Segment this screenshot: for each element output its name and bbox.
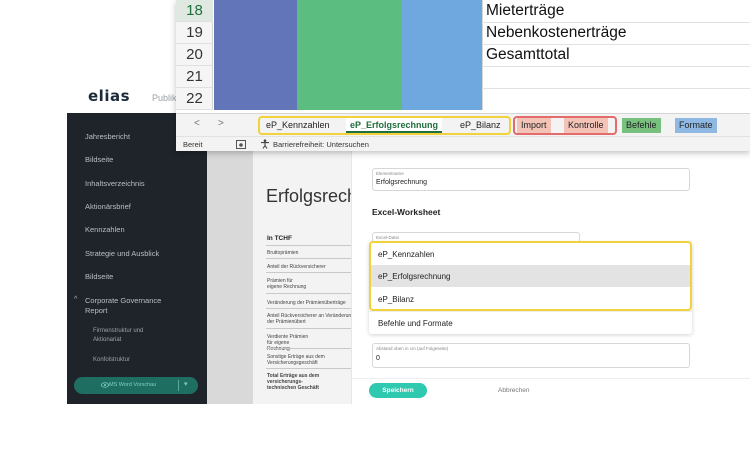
- row-header[interactable]: 22: [176, 88, 213, 110]
- element-name-field[interactable]: Elementname Erfolgsrechnung: [372, 168, 690, 191]
- option-label: eP_Kennzahlen: [378, 250, 435, 259]
- table-row: Anteil der Rückversicherer: [267, 264, 326, 270]
- sheet-tab-befehle[interactable]: Befehle: [622, 118, 661, 133]
- spacing-value: 0: [376, 355, 380, 362]
- table-row: Verdiente Prämien für eigene Rechnung: [267, 334, 309, 352]
- dropdown-option-erfolgsrechnung[interactable]: eP_Erfolgsrechnung: [369, 265, 692, 287]
- chevron-right-icon[interactable]: >: [218, 118, 224, 129]
- table-divider: [266, 348, 356, 349]
- table-divider: [266, 368, 356, 369]
- option-label: eP_Erfolgsrechnung: [378, 272, 451, 281]
- table-divider: [266, 245, 356, 246]
- row-header[interactable]: 21: [176, 66, 213, 88]
- dropdown-option-kennzahlen[interactable]: eP_Kennzahlen: [369, 243, 692, 265]
- sheet-tab-formate[interactable]: Formate: [675, 118, 717, 133]
- cancel-button[interactable]: Abbrechen: [498, 387, 529, 394]
- row-gridline: [482, 22, 750, 23]
- elias-logo: elias: [88, 87, 131, 105]
- spacing-field[interactable]: Abstand oben in cm (auf Folgeseite) 0: [372, 343, 690, 368]
- sidebar-subitem-konfolstruktur[interactable]: Konfolstruktur: [93, 356, 173, 363]
- sheet-tab-kontrolle[interactable]: Kontrolle: [564, 118, 608, 133]
- dropdown-option-befehle-formate[interactable]: Befehle und Formate: [369, 311, 692, 333]
- element-settings-panel: Elementname Erfolgsrechnung Excel-Worksh…: [351, 150, 750, 404]
- worksheet-dropdown-list: eP_Kennzahlen eP_Erfolgsrechnung eP_Bila…: [369, 242, 692, 334]
- chevron-left-icon[interactable]: <: [194, 118, 200, 129]
- column-gridline: [482, 0, 483, 110]
- element-name-value: Erfolgsrechnung: [376, 179, 427, 186]
- eye-icon: [101, 382, 109, 388]
- word-preview-button[interactable]: MS Word Vorschau ▾: [74, 377, 198, 394]
- sidebar-item-corporate-governance[interactable]: Corporate Governance Report: [85, 296, 175, 316]
- column-fill-blue[interactable]: [402, 0, 482, 110]
- table-divider: [266, 293, 356, 294]
- table-divider: [266, 328, 356, 329]
- table-row: Total Erträge aus dem versicherungs-tech…: [267, 373, 320, 391]
- option-label: Befehle und Formate: [378, 319, 453, 328]
- chevron-up-icon[interactable]: ^: [74, 296, 77, 303]
- document-title: Erfolgsrech: [266, 186, 358, 206]
- row-header[interactable]: 19: [176, 22, 213, 44]
- table-divider: [266, 272, 356, 273]
- sidebar-item-jahresbericht[interactable]: Jahresbericht: [85, 132, 130, 141]
- screenshot-root: elias Publik Jahresbericht Bildseite Inh…: [0, 0, 750, 469]
- spacing-label: Abstand oben in cm (auf Folgeseite): [376, 346, 449, 351]
- option-label: eP_Bilanz: [378, 295, 415, 304]
- sheet-tab-import[interactable]: Import: [517, 118, 551, 133]
- chevron-down-icon[interactable]: ▾: [184, 380, 188, 388]
- cell-nebenkostenertraege[interactable]: Nebenkostenerträge: [486, 24, 626, 42]
- cell-gesamttotal[interactable]: Gesamttotal: [486, 46, 570, 64]
- section-heading-excel-worksheet: Excel-Worksheet: [372, 207, 441, 217]
- excel-window: 18 19 20 21 22 Mieterträge Nebenkostener…: [176, 0, 750, 151]
- sidebar-item-inhaltsverzeichnis[interactable]: Inhaltsverzeichnis: [85, 179, 145, 188]
- sidebar-item-kennzahlen[interactable]: Kennzahlen: [85, 225, 125, 234]
- row-header[interactable]: 20: [176, 44, 213, 66]
- dropdown-option-bilanz[interactable]: eP_Bilanz: [369, 288, 692, 310]
- table-row: Anteil Rückversicherer an Veränderung de…: [267, 313, 354, 325]
- sidebar-item-strategie[interactable]: Strategie und Ausblick: [85, 249, 159, 258]
- row-gridline: [482, 88, 750, 89]
- table-row: Veränderung der Prämienüberträge: [267, 300, 346, 306]
- sidebar-item-bildseite-2[interactable]: Bildseite: [85, 272, 113, 281]
- sheet-tab-erfolgsrechnung[interactable]: eP_Erfolgsrechnung: [346, 118, 443, 133]
- table-header: In TCHF: [267, 235, 292, 242]
- word-preview-label: MS Word Vorschau: [109, 382, 157, 388]
- row-gridline: [482, 66, 750, 67]
- panel-footer-divider: [352, 378, 750, 379]
- table-divider: [266, 258, 356, 259]
- column-fill-purple[interactable]: [214, 0, 297, 110]
- sidebar-item-bildseite[interactable]: Bildseite: [85, 155, 113, 164]
- table-row: Sonstige Erträge aus dem Versicherungsge…: [267, 354, 325, 366]
- row-headers: 18 19 20 21 22: [176, 0, 213, 110]
- status-accessibility[interactable]: Barrierefreiheit: Untersuchen: [273, 140, 369, 149]
- accessibility-icon[interactable]: [260, 139, 270, 149]
- pill-divider: [178, 380, 179, 391]
- save-button[interactable]: Speichern: [369, 383, 427, 398]
- row-header-active[interactable]: 18: [176, 0, 213, 22]
- table-row: Bruttoprämien: [267, 250, 299, 256]
- status-bar: Bereit Barrierefreiheit: Untersuchen: [176, 136, 750, 151]
- macro-record-icon[interactable]: [236, 140, 246, 149]
- sheet-tab-bar: < > eP_Kennzahlen eP_Erfolgsrechnung eP_…: [176, 113, 750, 136]
- topnav-publish-link[interactable]: Publik: [152, 93, 177, 103]
- table-row: Prämien für eigene Rechnung: [267, 278, 307, 290]
- table-divider: [266, 308, 356, 309]
- element-name-label: Elementname: [376, 171, 404, 176]
- excel-file-label: Excel-Datei: [376, 235, 400, 240]
- sidebar: Jahresbericht Bildseite Inhaltsverzeichn…: [67, 113, 207, 404]
- sheet-tab-bilanz[interactable]: eP_Bilanz: [456, 118, 505, 133]
- status-ready: Bereit: [183, 140, 203, 149]
- sidebar-subitem-firmenstruktur[interactable]: Firmenstruktur und Aktionariat: [93, 327, 173, 345]
- row-gridline: [482, 44, 750, 45]
- sheet-tab-kennzahlen[interactable]: eP_Kennzahlen: [262, 118, 334, 133]
- sidebar-item-aktionaersbrief[interactable]: Aktionärsbrief: [85, 202, 131, 211]
- column-fill-green[interactable]: [297, 0, 402, 110]
- cell-mietertraege[interactable]: Mieterträge: [486, 2, 564, 20]
